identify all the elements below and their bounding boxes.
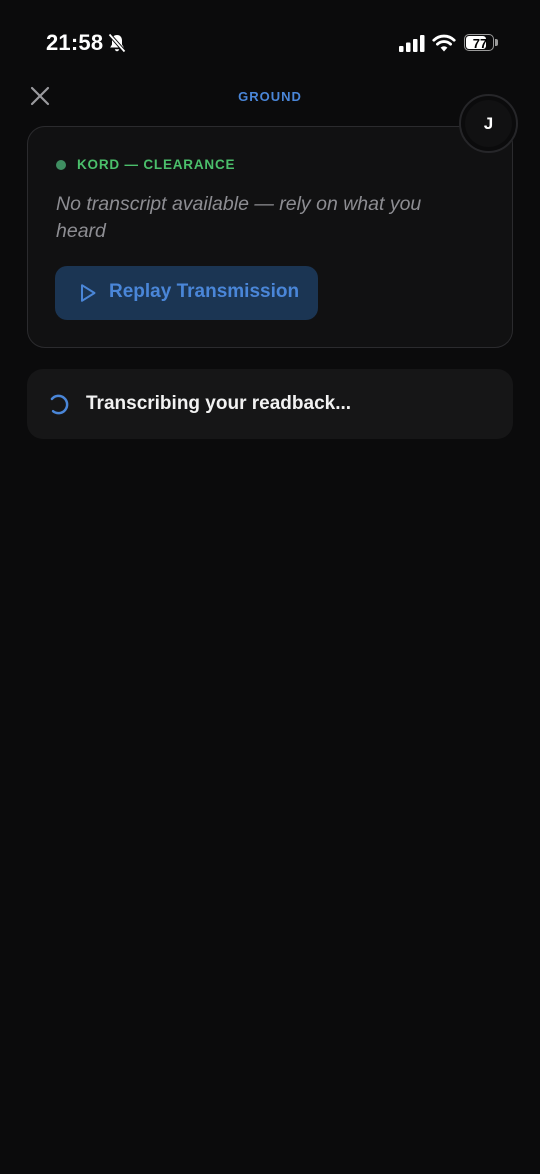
transmission-card: KORD — CLEARANCE No transcript available… bbox=[27, 126, 513, 348]
cellular-signal-icon bbox=[399, 35, 425, 52]
page-title: GROUND bbox=[238, 89, 302, 104]
replay-transmission-button[interactable]: Replay Transmission bbox=[55, 266, 318, 320]
battery-cap bbox=[495, 39, 498, 46]
play-icon bbox=[81, 284, 96, 302]
transcript-placeholder: No transcript available — rely on what y… bbox=[56, 193, 422, 242]
replay-button-label: Replay Transmission bbox=[109, 281, 300, 302]
wifi-icon bbox=[432, 34, 456, 52]
frequency-status-dot bbox=[56, 160, 66, 170]
battery-body: 77 bbox=[464, 34, 494, 51]
transcribing-status: Transcribing your readback... bbox=[27, 369, 513, 439]
spinner-icon bbox=[48, 394, 69, 415]
frequency-label: KORD — CLEARANCE bbox=[77, 157, 236, 172]
avatar[interactable]: J bbox=[465, 100, 512, 147]
bell-slash-icon bbox=[108, 33, 126, 53]
status-time: 21:58 bbox=[46, 30, 104, 55]
battery-percentage: 77 bbox=[472, 36, 488, 51]
avatar-ring: J bbox=[459, 94, 518, 153]
battery-indicator: 77 bbox=[464, 34, 500, 53]
status-message: Transcribing your readback... bbox=[86, 393, 352, 414]
status-bar: 21:58 77 bbox=[0, 0, 540, 88]
